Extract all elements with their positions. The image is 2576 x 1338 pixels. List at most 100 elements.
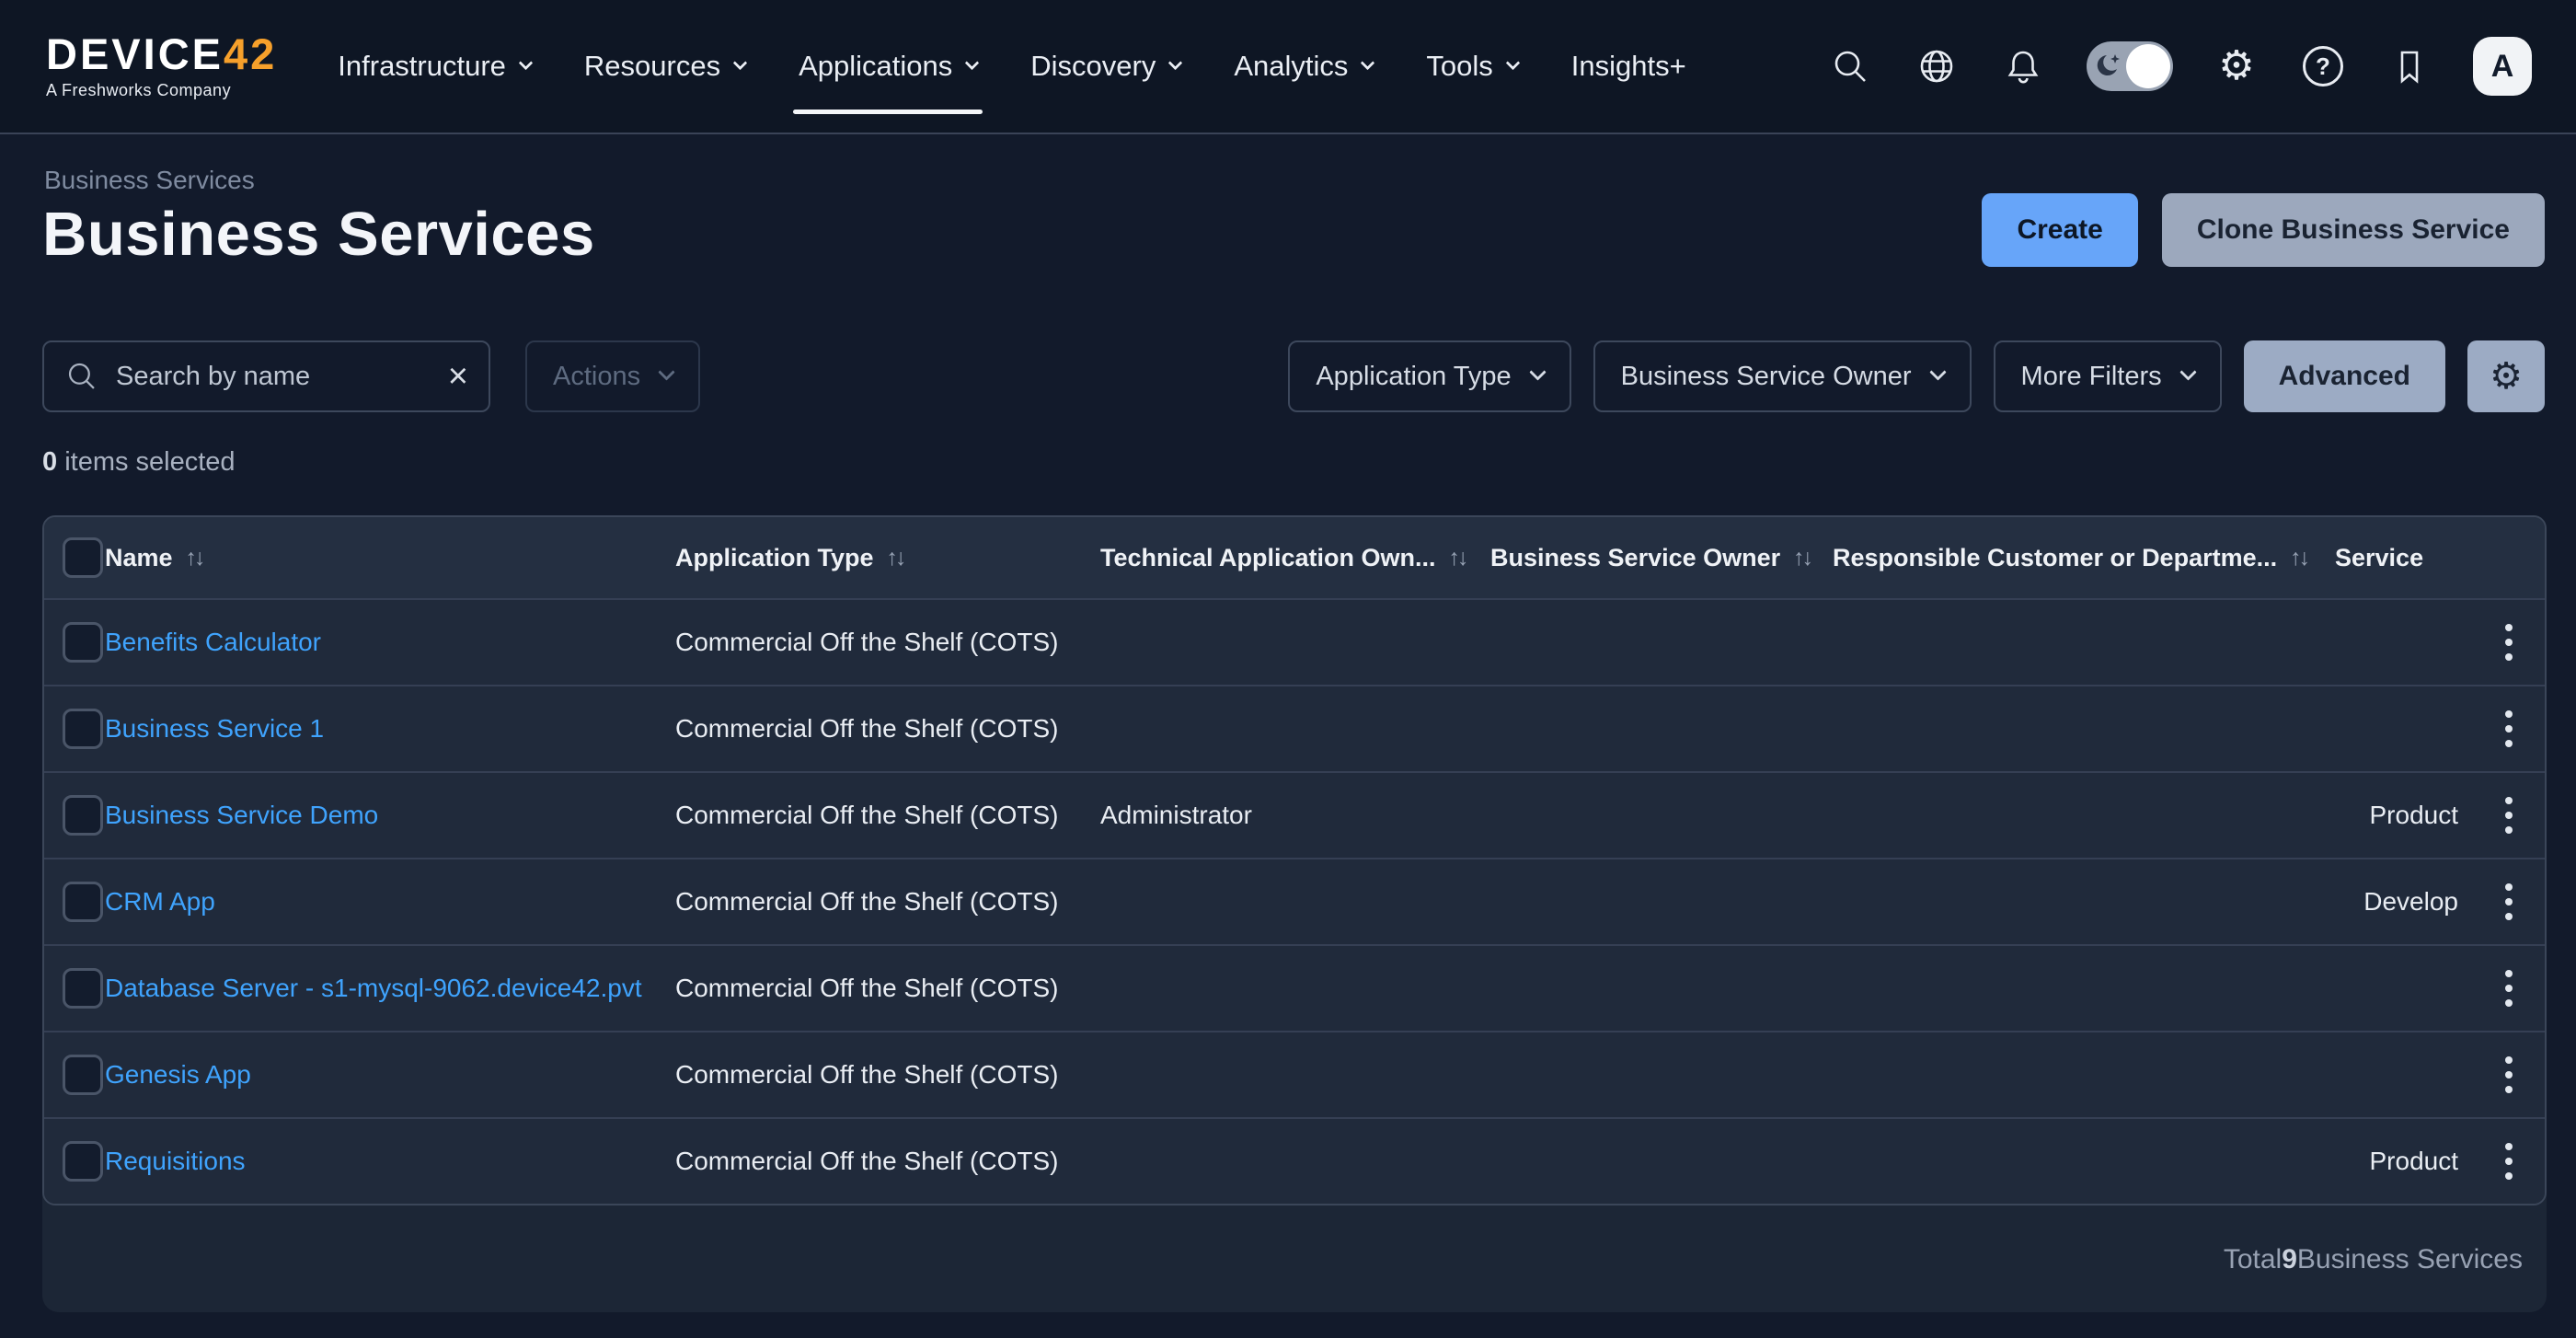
chevron-down-icon (965, 55, 980, 70)
business-service-link[interactable]: Database Server - s1-mysql-9062.device42… (105, 974, 642, 1002)
moon-icon (2094, 51, 2125, 82)
table-row: Business Service 1 Commercial Off the Sh… (44, 685, 2545, 771)
application-type-filter[interactable]: Application Type (1288, 340, 1570, 412)
breadcrumb[interactable]: Business Services (44, 166, 255, 195)
application-type-cell: Commercial Off the Shelf (COTS) (675, 628, 1100, 657)
sort-icon[interactable]: ↑↓ (887, 545, 904, 571)
table-header-row: Name ↑↓ Application Type ↑↓ Technical Appl… (44, 517, 2545, 598)
business-service-link[interactable]: Requisitions (105, 1147, 246, 1175)
column-header-responsible-customer[interactable]: Responsible Customer or Departme... (1833, 544, 2277, 572)
dark-mode-toggle[interactable] (2087, 41, 2173, 91)
column-header-application-type[interactable]: Application Type (675, 544, 874, 572)
business-service-link[interactable]: CRM App (105, 887, 215, 916)
table-row: CRM App Commercial Off the Shelf (COTS) … (44, 858, 2545, 944)
row-menu-kebab-icon[interactable] (2500, 618, 2518, 666)
nav-item-label: Analytics (1234, 50, 1348, 83)
business-service-link[interactable]: Business Service 1 (105, 714, 324, 743)
service-cell: Product (2335, 801, 2473, 830)
nav-item-analytics[interactable]: Analytics (1234, 50, 1373, 83)
settings-gear-icon[interactable]: ⚙ (2214, 43, 2260, 89)
row-checkbox[interactable] (63, 1141, 103, 1182)
chevron-down-icon (1505, 55, 1520, 70)
sort-icon[interactable]: ↑↓ (186, 545, 203, 571)
create-button[interactable]: Create (1982, 193, 2137, 267)
business-service-link[interactable]: Business Service Demo (105, 801, 378, 829)
page-title: Business Services (42, 199, 595, 270)
column-header-business-service-owner[interactable]: Business Service Owner (1490, 544, 1780, 572)
chevron-down-icon (1529, 363, 1546, 380)
service-cell: Develop (2335, 887, 2473, 917)
application-type-cell: Commercial Off the Shelf (COTS) (675, 1060, 1100, 1090)
row-menu-kebab-icon[interactable] (2500, 878, 2518, 926)
column-header-service[interactable]: Service (2335, 544, 2423, 572)
row-menu-kebab-icon[interactable] (2500, 1051, 2518, 1099)
business-service-link[interactable]: Benefits Calculator (105, 628, 321, 656)
nav-item-infrastructure[interactable]: Infrastructure (338, 50, 531, 83)
header-actions: ⚙ ? A (1827, 37, 2532, 96)
row-menu-kebab-icon[interactable] (2500, 791, 2518, 839)
more-filters-dropdown[interactable]: More Filters (1994, 340, 2222, 412)
table-settings-gear-button[interactable]: ⚙ (2467, 340, 2545, 412)
business-service-owner-filter[interactable]: Business Service Owner (1593, 340, 1972, 412)
row-checkbox[interactable] (63, 795, 103, 836)
bookmark-icon[interactable] (2386, 43, 2432, 89)
help-glyph: ? (2303, 46, 2343, 87)
toolbar-left: × Actions (42, 340, 700, 412)
nav-item-label: Discovery (1030, 50, 1156, 83)
clone-business-service-button[interactable]: Clone Business Service (2162, 193, 2545, 267)
column-header-technical-owner[interactable]: Technical Application Own... (1100, 544, 1436, 572)
globe-icon[interactable] (1914, 43, 1960, 89)
row-checkbox[interactable] (63, 622, 103, 663)
technical-owner-cell: Administrator (1100, 801, 1490, 830)
search-icon[interactable] (1827, 43, 1873, 89)
row-menu-kebab-icon[interactable] (2500, 964, 2518, 1012)
table-row: Benefits Calculator Commercial Off the S… (44, 598, 2545, 685)
nav-item-label: Resources (584, 50, 720, 83)
sort-icon[interactable]: ↑↓ (2290, 545, 2307, 571)
device42-logo[interactable]: DEVICE42 A Freshworks Company (46, 32, 277, 100)
nav-item-label: Applications (799, 50, 952, 83)
advanced-button[interactable]: Advanced (2244, 340, 2445, 412)
application-type-cell: Commercial Off the Shelf (COTS) (675, 1147, 1100, 1176)
filter-label: Business Service Owner (1621, 362, 1912, 392)
row-checkbox[interactable] (63, 968, 103, 1009)
actions-dropdown[interactable]: Actions (525, 340, 700, 412)
row-checkbox[interactable] (63, 882, 103, 922)
application-type-cell: Commercial Off the Shelf (COTS) (675, 974, 1100, 1003)
total-prefix: Total (2224, 1244, 2282, 1275)
select-all-checkbox[interactable] (63, 537, 103, 578)
nav-item-resources[interactable]: Resources (584, 50, 745, 83)
row-menu-kebab-icon[interactable] (2500, 1137, 2518, 1185)
table-total-summary: Total 9 Business Services (2224, 1207, 2523, 1312)
application-type-cell: Commercial Off the Shelf (COTS) (675, 887, 1100, 917)
business-service-link[interactable]: Genesis App (105, 1060, 251, 1089)
search-icon (64, 359, 99, 394)
chevron-down-icon (658, 363, 674, 380)
sort-icon[interactable]: ↑↓ (1793, 545, 1811, 571)
nav-item-applications[interactable]: Applications (799, 50, 977, 83)
row-menu-kebab-icon[interactable] (2500, 705, 2518, 753)
nav-item-tools[interactable]: Tools (1426, 50, 1517, 83)
sort-icon[interactable]: ↑↓ (1449, 545, 1466, 571)
toolbar-filters: Application Type Business Service Owner … (1288, 340, 2545, 412)
notifications-bell-icon[interactable] (2000, 43, 2046, 89)
logo-subtitle: A Freshworks Company (46, 81, 277, 100)
search-input[interactable] (116, 362, 431, 392)
table-row: Genesis App Commercial Off the Shelf (CO… (44, 1031, 2545, 1117)
nav-item-discovery[interactable]: Discovery (1030, 50, 1180, 83)
help-icon[interactable]: ? (2300, 43, 2346, 89)
page-action-buttons: Create Clone Business Service (1982, 193, 2545, 267)
row-checkbox[interactable] (63, 1055, 103, 1095)
row-checkbox[interactable] (63, 709, 103, 749)
chevron-down-icon (733, 55, 748, 70)
main-nav: Infrastructure Resources Applications Di… (338, 50, 1685, 83)
application-type-cell: Commercial Off the Shelf (COTS) (675, 714, 1100, 744)
table-row: Requisitions Commercial Off the Shelf (C… (44, 1117, 2545, 1204)
table-panel: Name ↑↓ Application Type ↑↓ Technical Appl… (42, 515, 2547, 1312)
nav-item-insights[interactable]: Insights+ (1571, 50, 1686, 83)
user-avatar[interactable]: A (2473, 37, 2532, 96)
total-suffix: Business Services (2297, 1244, 2523, 1275)
clear-search-icon[interactable]: × (448, 359, 468, 394)
top-navigation-bar: DEVICE42 A Freshworks Company Infrastruc… (0, 0, 2576, 134)
column-header-name[interactable]: Name (105, 544, 173, 572)
